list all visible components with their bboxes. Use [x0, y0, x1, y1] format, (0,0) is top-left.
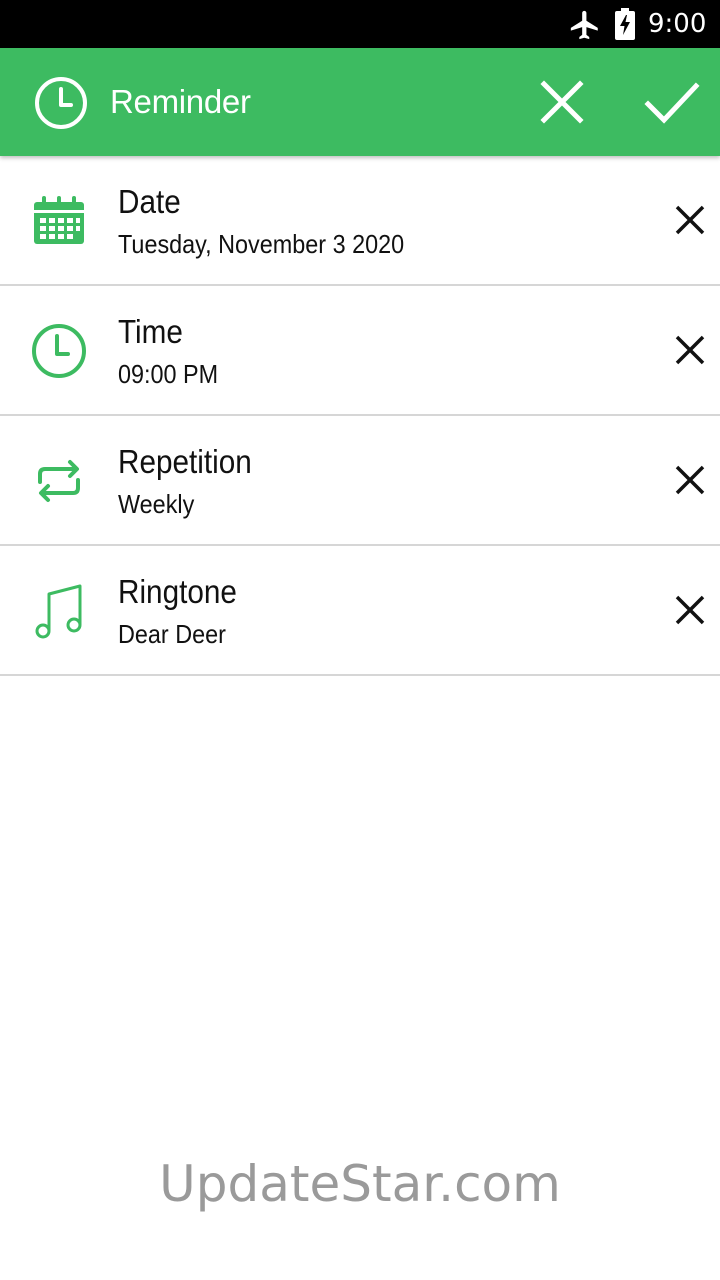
clear-ringtone-icon[interactable] [668, 588, 712, 632]
clear-date-icon[interactable] [668, 198, 712, 242]
music-note-icon [35, 584, 82, 639]
calendar-icon [34, 196, 84, 244]
clock-icon [35, 77, 87, 129]
status-time: 9:00 [648, 9, 707, 39]
close-icon[interactable] [534, 74, 590, 130]
item-value: Tuesday, November 3 2020 [118, 229, 405, 259]
item-label: Repetition [118, 443, 252, 480]
reminder-screen: 9:00 Reminder Date Tuesday, November 3 2… [0, 0, 720, 1280]
clear-time-icon[interactable] [668, 328, 712, 372]
item-value: 09:00 PM [118, 359, 219, 389]
clear-repetition-icon[interactable] [668, 458, 712, 502]
battery-charging-icon [615, 8, 635, 40]
page-title: Reminder [110, 83, 251, 120]
airplane-mode-icon [570, 10, 598, 40]
list-item-time[interactable]: Time 09:00 PM [0, 286, 720, 416]
reminder-settings-list: Date Tuesday, November 3 2020 Time 09:00… [0, 156, 720, 676]
list-item-repetition[interactable]: Repetition Weekly [0, 416, 720, 546]
repeat-icon [38, 460, 80, 502]
list-item-ringtone[interactable]: Ringtone Dear Deer [0, 546, 720, 676]
item-label: Time [118, 313, 183, 350]
clock-icon [32, 324, 86, 378]
item-value: Weekly [118, 489, 195, 519]
watermark: UpdateStar.com [159, 1155, 561, 1213]
app-bar: Reminder [0, 48, 720, 156]
item-value: Dear Deer [118, 619, 226, 649]
list-item-date[interactable]: Date Tuesday, November 3 2020 [0, 156, 720, 286]
item-label: Date [118, 183, 181, 220]
item-label: Ringtone [118, 573, 237, 610]
status-bar: 9:00 [0, 0, 720, 48]
check-icon[interactable] [640, 74, 702, 130]
